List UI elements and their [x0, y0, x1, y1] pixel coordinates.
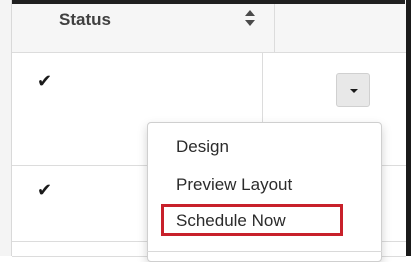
screenshot-frame: Status ✔ ✔ Design Preview Layout Schedul… — [0, 0, 411, 262]
caret-down-icon — [350, 89, 358, 93]
actions-dropdown-menu: Design Preview Layout Schedule Now — [147, 122, 382, 262]
row-actions-dropdown-button[interactable] — [336, 73, 370, 107]
left-margin — [0, 0, 11, 256]
check-icon: ✔ — [37, 180, 53, 200]
menu-item-design[interactable]: Design — [176, 137, 229, 157]
right-border — [406, 0, 411, 256]
top-border — [12, 0, 405, 4]
sort-icon[interactable] — [242, 8, 258, 28]
menu-divider — [147, 251, 382, 252]
table-header-row: Status — [12, 0, 406, 53]
column-divider — [274, 0, 275, 52]
menu-item-schedule-now[interactable]: Schedule Now — [176, 211, 286, 231]
check-icon: ✔ — [37, 71, 53, 91]
status-column-header[interactable]: Status — [59, 10, 111, 30]
menu-item-preview-layout[interactable]: Preview Layout — [176, 175, 292, 195]
